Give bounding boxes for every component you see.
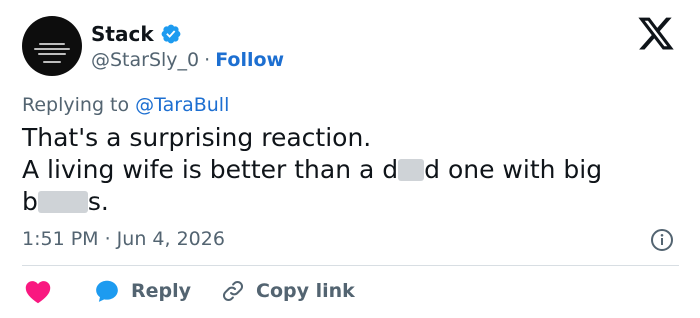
avatar-text-line <box>38 53 66 55</box>
replying-to-prefix: Replying to <box>22 94 130 116</box>
reply-button[interactable]: Reply <box>131 280 191 302</box>
timestamp[interactable]: 1:51 PM · Jun 4, 2026 <box>22 226 225 252</box>
author-name[interactable]: Stack <box>91 21 154 47</box>
tweet-text: That's a surprising reaction. A living w… <box>22 122 662 218</box>
divider <box>22 265 679 266</box>
avatar-text-line <box>34 48 70 50</box>
censored-word-box <box>37 191 88 213</box>
tweet-line-2-after: d one with big <box>424 155 603 184</box>
link-icon[interactable] <box>221 279 245 303</box>
tweet-line-2-before: A living wife is better than a d <box>22 155 399 184</box>
tweet-line-3-before: b <box>22 187 38 216</box>
avatar-text-line <box>43 61 61 63</box>
copy-link-button[interactable]: Copy link <box>256 280 355 302</box>
censored-word-box <box>398 159 425 181</box>
replying-to: Replying to @TaraBull <box>22 92 229 118</box>
avatar-text-line <box>39 43 65 45</box>
info-icon[interactable] <box>650 228 674 252</box>
author-handle-row: @StarSly_0 · Follow <box>91 47 284 73</box>
tweet-line-3: b s. <box>22 186 662 218</box>
separator-dot: · <box>204 49 211 71</box>
avatar[interactable] <box>22 16 82 76</box>
replying-to-mention[interactable]: @TaraBull <box>135 94 229 116</box>
action-bar: Reply Copy link <box>22 276 355 306</box>
tweet-line-1: That's a surprising reaction. <box>22 123 372 152</box>
tweet-line-3-after: s. <box>87 187 109 216</box>
x-logo-icon[interactable] <box>636 16 676 52</box>
author-name-row: Stack <box>91 21 182 47</box>
tweet-line-2: A living wife is better than a d d one wi… <box>22 154 662 186</box>
reply-bubble-icon[interactable] <box>94 278 120 304</box>
author-handle[interactable]: @StarSly_0 <box>91 47 199 73</box>
heart-icon[interactable] <box>24 278 52 304</box>
verified-badge-icon <box>161 24 181 44</box>
follow-button[interactable]: Follow <box>215 47 284 73</box>
